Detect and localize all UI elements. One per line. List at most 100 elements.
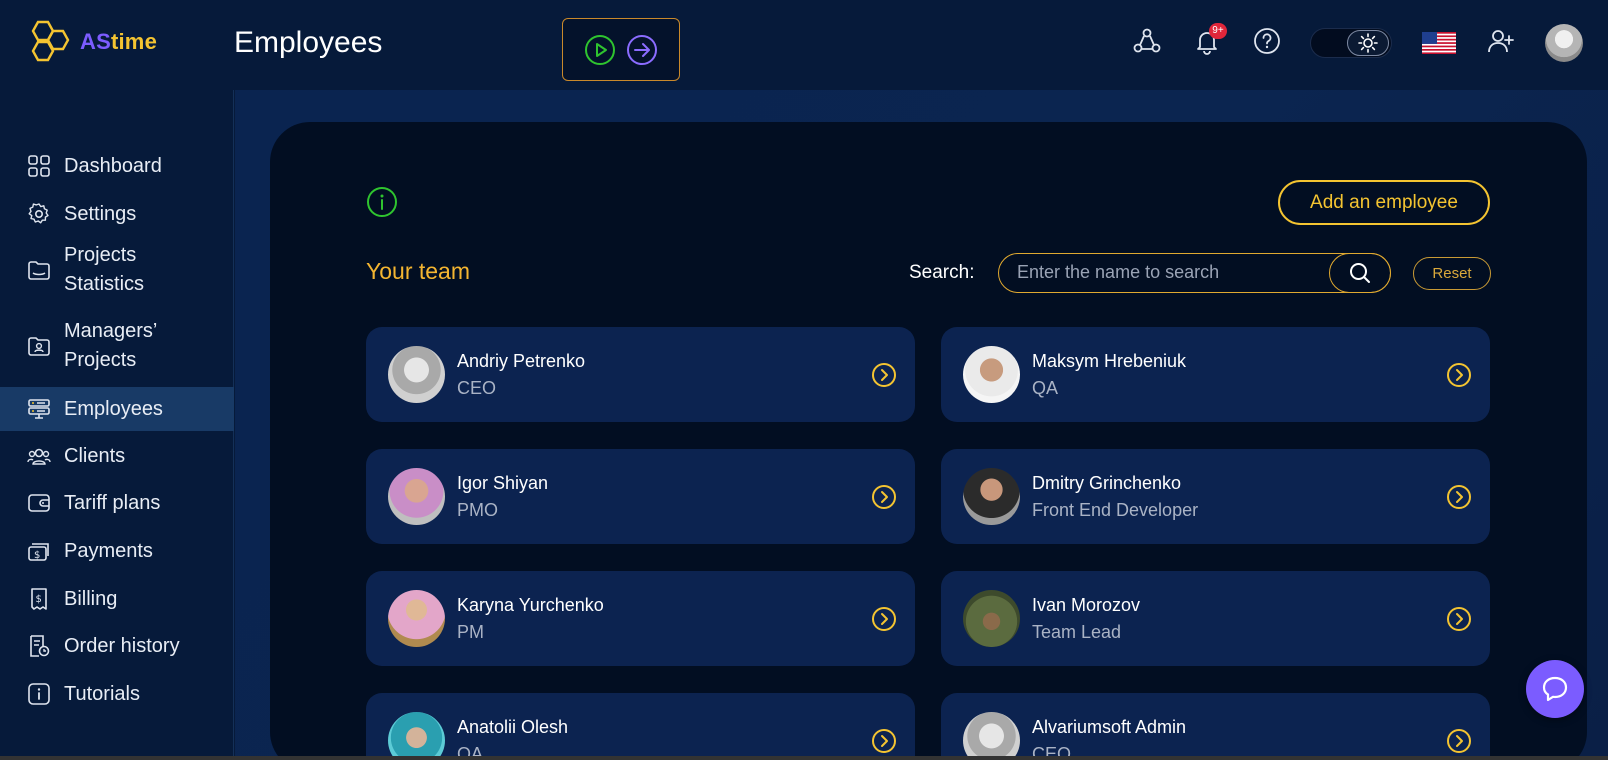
employee-avatar [963,590,1020,647]
play-icon[interactable] [584,34,616,66]
employee-name: Andriy Petrenko [457,351,586,371]
sidebar-item-label: Tutorials [64,682,140,705]
bottom-edge [0,756,1608,760]
chevron-right-circle-icon[interactable] [1446,606,1472,632]
employee-name: Igor Shiyan [457,473,549,493]
timer-controls [562,18,680,81]
sidebar-item-label: Order history [64,634,180,657]
chat-bubble-icon [1542,676,1568,702]
help-icon[interactable] [1253,27,1281,55]
employee-role: CEO [457,378,497,398]
employee-card[interactable]: Karyna Yurchenko PM [366,571,915,666]
employee-card[interactable]: Ivan Morozov Team Lead [941,571,1490,666]
payments-icon: $ [26,538,52,564]
sidebar-item-projects-statistics[interactable]: Projects Statistics [0,236,234,304]
bell-icon[interactable]: 9+ [1193,23,1227,55]
sidebar-item-label: Billing [64,587,118,610]
employee-card[interactable]: Andriy Petrenko CEO [366,327,915,422]
sidebar-item-order-history[interactable]: Order history [0,624,234,668]
chevron-right-circle-icon[interactable] [1446,484,1472,510]
dashboard-icon [26,153,52,179]
employee-card[interactable]: Igor Shiyan PMO [366,449,915,544]
theme-toggle-knob [1347,30,1389,56]
order-history-icon [26,633,52,659]
clients-icon [26,443,52,469]
sidebar-item-tutorials[interactable]: Tutorials [0,672,234,716]
employee-avatar [388,468,445,525]
employee-avatar [388,346,445,403]
sidebar-item-label: Payments [64,539,153,562]
search-input[interactable] [1017,254,1317,291]
info-icon [26,681,52,707]
sidebar-item-label: Dashboard [64,154,162,177]
sidebar-item-label: Settings [64,202,137,225]
employees-icon [26,396,52,422]
employee-role: PM [457,622,484,642]
page-title: Employees [234,26,383,59]
employee-card[interactable]: Anatolii Olesh QA [366,693,915,760]
sidebar-item-clients[interactable]: Clients [0,434,234,478]
sidebar-item-managers-projects[interactable]: Managers’ Projects [0,312,234,380]
sidebar-item-billing[interactable]: $ Billing [0,577,234,621]
employee-avatar [963,468,1020,525]
chevron-right-circle-icon[interactable] [871,362,897,388]
sidebar-item-dashboard[interactable]: Dashboard [0,144,234,188]
logo[interactable]: AStime [26,20,157,64]
info-circle-icon[interactable] [366,186,398,223]
employee-role: Team Lead [1032,622,1122,642]
employee-card[interactable]: Maksym Hrebeniuk QA [941,327,1490,422]
search-icon [1350,262,1370,283]
employee-card[interactable]: Alvariumsoft Admin CEO [941,693,1490,760]
notification-badge: 9+ [1209,23,1227,39]
employee-name: Alvariumsoft Admin [1032,717,1187,737]
chevron-right-circle-icon[interactable] [1446,728,1472,754]
sidebar-item-label: Employees [64,397,163,420]
folder-icon [26,257,52,283]
chevron-right-circle-icon[interactable] [1446,362,1472,388]
employee-role: QA [1032,378,1059,398]
employee-avatar [963,346,1020,403]
employee-card[interactable]: Dmitry Grinchenko Front End Developer [941,449,1490,544]
employee-name: Ivan Morozov [1032,595,1141,615]
user-avatar[interactable] [1545,24,1583,62]
employee-avatar [388,590,445,647]
honeycomb-logo-icon [31,20,70,62]
team-title: Your team [366,258,470,284]
sidebar-item-label: Managers’ Projects [64,320,157,371]
manager-folder-icon [26,333,52,359]
employee-name: Dmitry Grinchenko [1032,473,1182,493]
sidebar-item-payments[interactable]: $ Payments [0,529,234,573]
theme-toggle[interactable] [1310,28,1392,58]
billing-icon: $ [26,586,52,612]
employee-avatar [388,712,445,760]
gear-icon [26,201,52,227]
svg-text:$: $ [34,550,40,561]
employee-role: Front End Developer [1032,500,1199,520]
search-button[interactable] [1329,252,1391,293]
reset-button[interactable]: Reset [1413,257,1491,290]
search-box [998,252,1391,293]
employee-name: Anatolii Olesh [457,717,569,737]
chevron-right-circle-icon[interactable] [871,606,897,632]
svg-text:$: $ [36,594,42,605]
search-label: Search: [909,262,975,283]
share-network-icon[interactable] [1133,27,1161,55]
add-employee-button[interactable]: Add an employee [1278,180,1490,225]
sidebar-item-settings[interactable]: Settings [0,192,234,236]
employee-name: Karyna Yurchenko [457,595,604,615]
chevron-right-circle-icon[interactable] [871,484,897,510]
employee-role: PMO [457,500,499,520]
us-flag-icon[interactable] [1422,32,1456,54]
sidebar-item-label: Clients [64,444,126,467]
sidebar-item-label: Tariff plans [64,491,161,514]
chat-button[interactable] [1526,660,1584,718]
employee-name: Maksym Hrebeniuk [1032,351,1187,371]
add-user-icon[interactable] [1487,27,1515,55]
wallet-icon [26,490,52,516]
logo-text: AStime [80,29,158,54]
chevron-right-circle-icon[interactable] [871,728,897,754]
header: AStime Employees 9+ [0,0,1608,90]
arrow-right-circle-icon[interactable] [626,34,658,66]
sidebar-item-tariff-plans[interactable]: Tariff plans [0,481,234,525]
sidebar-item-employees[interactable]: Employees [0,387,234,431]
